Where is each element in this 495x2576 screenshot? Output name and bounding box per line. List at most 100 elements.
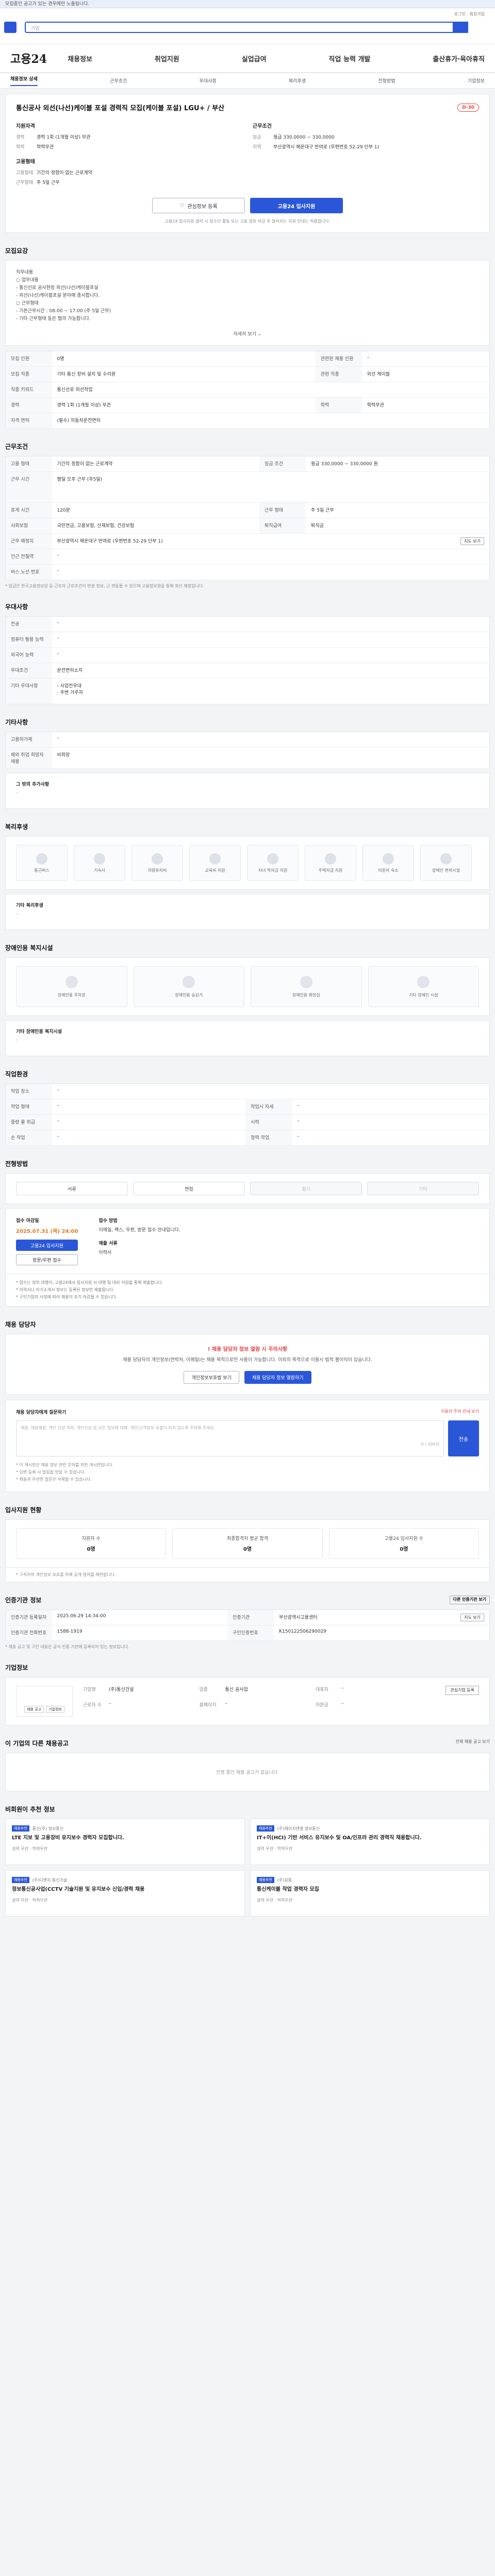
info-value: – [225,1701,227,1706]
expand-button[interactable]: 자세히 보기 ⌄ [16,330,479,337]
reco-card[interactable]: 채용추천 (주)에이치엔엘 정보통신 IT+이(HCI) 기반 서비스 유지보수 및… [250,1819,490,1865]
cell-value: – [52,1130,246,1146]
site-logo[interactable] [4,22,16,33]
cell-value: - 사업전우대 - 주변 거주자 [52,678,490,704]
info-value: 경력 1회 (1개월 이상) 무관 [37,135,91,140]
qna-submit-button[interactable]: 전송 [448,1420,479,1456]
section-title-process: 직업환경 [5,1071,28,1078]
disab-item: 장애인용 화장실 [251,966,362,1007]
benefit-item: 기숙사 [74,845,125,881]
reco-list: 채용추천 통신(주) 정보통신 LTE 지보 및 고용장비 유지보수 경력자 모집합… [5,1819,490,1917]
search-input[interactable]: 기업 [25,22,468,33]
reco-card[interactable]: 채용추천 통신(주) 정보통신 LTE 지보 및 고용장비 유지보수 경력자 모집합… [5,1819,245,1865]
company-jobs-button[interactable]: 채용 공고 [24,1706,44,1713]
gnb-item[interactable]: 직업 능력 개발 [329,54,371,63]
gnb-item[interactable]: 채용정보 [68,54,92,63]
tab-item[interactable]: 근무조건 [110,77,127,84]
benefit-grid: 통근버스 기숙사 차량유지비 교육비 지원 자녀 학자금 지원 주택자금 지원 … [5,836,490,890]
top-links[interactable]: 로그인 · 회원가입 [454,11,485,17]
cell-key: 근무 예정지 [5,533,52,549]
apply-docs-text: 이력서 [98,1250,112,1256]
desc-line: 직무내용 [16,270,34,275]
brand-logo[interactable]: 고용24 [10,50,47,66]
table-row: 모집 인원 0명 관련된 채용 인원 – [5,351,490,367]
benefit-label: 차량유지비 [147,868,167,873]
similar-heading: 이 기업의 다른 채용공고 [5,1740,69,1747]
apply-offline-button[interactable]: 방문/우편 접수 [16,1254,78,1265]
tab-item[interactable]: 우대사항 [200,77,217,84]
bus-icon [36,853,47,865]
company-card: 채용 공고 기업정보 기업명 (주)통신건설 업종 통신 공사업 대표자 – 근로자 수… [5,1677,490,1725]
table-row: 고용허가제 – [5,732,490,748]
apply-heading: 접수 방법 [98,1218,118,1224]
map-button[interactable]: 지도 보기 [460,537,484,545]
cell-key: 휴게 시간 [5,502,52,518]
notice-bar: 모집중인 공고가 있는 경우에만 노출됩니다. [0,0,495,8]
cell-key: 손 작업 [5,1130,52,1146]
benefit-item: 교육비 지원 [189,845,241,881]
col-heading: 지원자격 [16,124,35,129]
apply-deadline: 2025.07.31 (목) 24:00 [16,1229,78,1234]
reco-card[interactable]: 채용추천 (주)디엔지 통신기술 정보통신공사업(CCTV 기술지원 및 유지보수 … [5,1870,245,1917]
qna-box: 채용 담당자에게 질문하기 이용자 주의 안내 보기 채용, 채용예정, 개인 신… [5,1400,490,1492]
note-line: * 답변 등록 시 알림을 받을 수 있습니다. [16,1470,86,1475]
section-title-contact: 채용 담당자 [5,1321,36,1328]
privacy-button[interactable]: 개인정보보호법 보기 [184,1371,239,1384]
company-favorite-button[interactable]: 관심기업 등록 [446,1686,479,1695]
view-contact-button[interactable]: 채용 담당자 정보 열람하기 [244,1371,311,1384]
stat-card: 지원자 수 0명 [16,1528,167,1559]
gnb-item[interactable]: 출산휴가·육아휴직 [433,54,485,63]
cell-key: 컴퓨터 활용 능력 [5,632,52,648]
favorite-button[interactable]: ♡ 관심정보 등록 [152,198,245,213]
tab-item[interactable]: 기업정보 [468,77,485,84]
disab-extra: 기타 장애인용 복지시설 – [5,1020,490,1056]
disab-label: 장애인용 승강기 [175,992,203,997]
cell-key: 근무 시간 [5,471,52,503]
qna-warning-link[interactable]: 이용자 주의 안내 보기 [441,1409,479,1415]
gnb-item[interactable]: 실업급여 [242,54,267,63]
apply-online-button[interactable]: 고용24 입사지원 [16,1240,78,1251]
agency-map-button[interactable]: 지도 보기 [460,1614,484,1621]
similar-all-link[interactable]: 전체 채용 공고 보기 [455,1739,490,1748]
cell-value: 1588-1919 [52,1625,228,1641]
extra-value: – [16,911,19,917]
table-row: 컴퓨터 활용 능력 – [5,632,490,648]
car-icon [152,853,163,865]
info-key: 지역 [253,145,261,150]
book-icon [209,853,221,865]
tab-item[interactable]: 전형방법 [378,77,395,84]
cell-value: – [52,632,490,648]
company-info-button[interactable]: 기업정보 [46,1706,64,1713]
qna-textarea[interactable]: 채용, 채용예정, 개인 신상 외의, 개인신상 등 모든 정보에 대해, 개인… [16,1420,444,1456]
reco-company: (주)디엔지 통신기술 [32,1877,68,1883]
section-title-pref: 우대사항 [5,603,28,611]
reco-badge: 채용추천 [257,1825,274,1832]
section-tabs: 채용정보 상세 근무조건 우대사항 복리후생 전형방법 기업정보 [0,73,495,89]
gnb-item[interactable]: 취업지원 [155,54,179,63]
benefit-label: 주택자금 지원 [318,868,343,873]
apply-note: 고용24 입사지원 클릭 시 접수단 활동 또는 고용 정보 마감 후 알려지는… [164,219,331,224]
work-note: * 임금은 한국고용정보원 등 근로자 근로조건이 변경 정보, 근 변동될 수… [5,584,204,588]
tab-item[interactable]: 채용정보 상세 [10,75,38,86]
reco-card[interactable]: 채용추천 (주)원통 통신케이블 작업 경력자 모집 경력 무관 · 학력무관 [250,1870,490,1917]
search-button[interactable] [453,22,468,33]
table-row: 직종 키워드 통신선로 외선작업 [5,382,490,398]
work-table: 고용 형태 기간의 정함이 없는 근로계약 임금 조건 월급 330,0000 ~ 3… [5,456,490,580]
reco-title: 통신케이블 작업 경력자 모집 [257,1887,319,1892]
section-title-reco: 비회원이 추천 정보 [5,1806,55,1813]
tab-item[interactable]: 복리후생 [289,77,306,84]
desc-line: - 통신선로 공사현장 외선(나선)케이블포설 [16,285,98,291]
stats-row: 지원자 수 0명 최종합격자 평균 합격 0명 고용24 입사지원 수 0명 [5,1519,490,1568]
search-placeholder: 기업 [31,26,40,31]
cell-key: 청력 작업 [245,1130,292,1146]
table-row: 작업 장소 – [5,1083,490,1099]
register-other-button[interactable]: 다른 인증기관 보기 [449,1596,490,1604]
info-value: 월급 330,0000 ~ 330,0000 [273,135,335,140]
benefit-label: 통근버스 [34,868,50,873]
apply-button[interactable]: 고용24 입사지원 [250,198,343,213]
elevator-icon [183,975,195,988]
cell-key: 작업시 자세 [245,1099,292,1115]
table-row: 중량 물 취급 – 시력 – [5,1114,490,1130]
cell-key: 우대조건 [5,663,52,679]
register-heading: 인증기관 정보 [5,1597,42,1604]
